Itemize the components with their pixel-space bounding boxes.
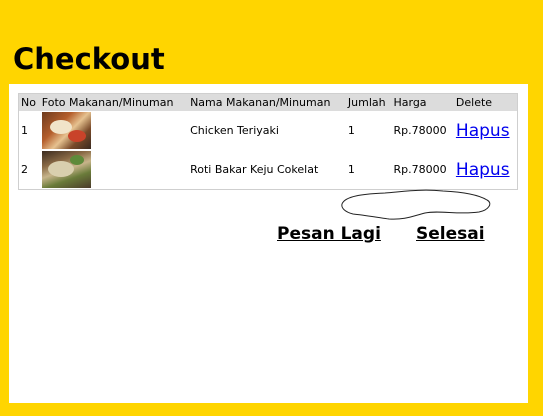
table-header-row: No Foto Makanan/Minuman Nama Makanan/Min…: [18, 93, 518, 111]
row-no: 1: [21, 124, 28, 137]
finish-link[interactable]: Selesai: [416, 224, 485, 244]
order-again-link[interactable]: Pesan Lagi: [277, 224, 381, 244]
food-photo-image: [41, 112, 91, 149]
col-header-photo: Foto Makanan/Minuman: [39, 93, 189, 111]
row-name: Chicken Teriyaki: [190, 124, 279, 137]
row-no: 2: [21, 163, 28, 176]
row-photo-cell: [40, 150, 188, 190]
col-header-name: Nama Makanan/Minuman: [188, 93, 346, 111]
row-delete-cell: Hapus: [454, 150, 518, 190]
row-name: Roti Bakar Keju Cokelat: [190, 163, 319, 176]
food-photo-image: [41, 151, 91, 188]
page-title: Checkout: [13, 42, 165, 76]
delete-link[interactable]: Hapus: [456, 160, 510, 180]
row-photo-cell: [40, 111, 188, 150]
row-qty: 1: [347, 163, 355, 176]
row-qty: 1: [347, 124, 355, 137]
col-header-qty: Jumlah: [345, 93, 392, 111]
delete-link[interactable]: Hapus: [456, 121, 510, 141]
hand-drawn-scribble: [341, 189, 491, 220]
table-row: 2 Roti Bakar Keju Cokelat 1 Rp.78000 Hap…: [19, 150, 518, 190]
row-price: Rp.78000: [393, 124, 447, 137]
col-header-no: No: [18, 93, 40, 111]
col-header-delete: Delete: [453, 93, 518, 111]
row-delete-cell: Hapus: [454, 111, 518, 150]
cart-table: No Foto Makanan/Minuman Nama Makanan/Min…: [18, 93, 518, 190]
checkout-panel: No Foto Makanan/Minuman Nama Makanan/Min…: [9, 84, 528, 403]
table-row: 1 Chicken Teriyaki 1 Rp.78000 Hapus: [19, 111, 518, 150]
row-price: Rp.78000: [393, 163, 447, 176]
col-header-price: Harga: [391, 93, 454, 111]
